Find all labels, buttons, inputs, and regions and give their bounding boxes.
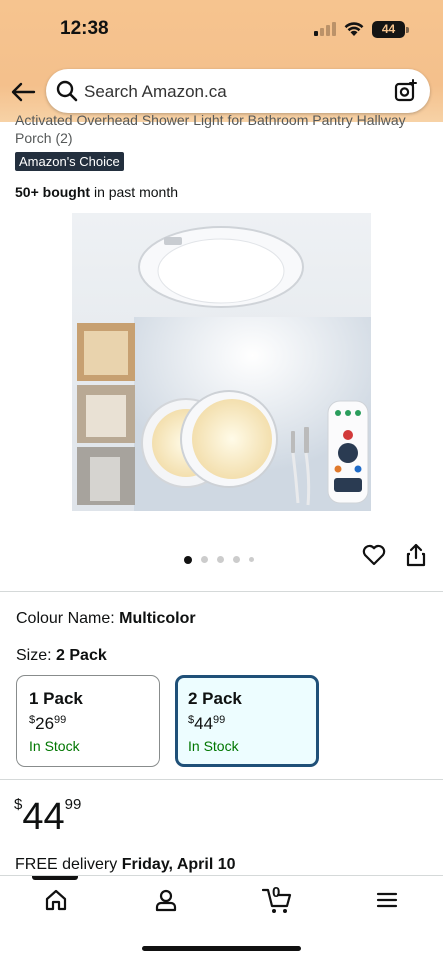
share-icon[interactable] bbox=[406, 543, 426, 567]
option-name: 2 Pack bbox=[188, 689, 242, 708]
carousel-dot[interactable] bbox=[184, 555, 192, 564]
section-divider bbox=[0, 591, 443, 592]
bought-count: 50+ bought in past month bbox=[15, 184, 178, 200]
size-option-2-pack[interactable]: 2 Pack $4499 In Stock bbox=[175, 675, 319, 767]
product-title[interactable]: Porch (2) bbox=[15, 130, 73, 146]
cart-count-badge: 0 bbox=[272, 884, 281, 901]
carousel-dot[interactable] bbox=[233, 556, 240, 564]
amazons-choice-badge[interactable]: Amazon's Choice bbox=[15, 152, 124, 171]
account-icon[interactable] bbox=[154, 888, 178, 912]
price: $4499 bbox=[14, 796, 82, 838]
colour-name: Colour Name: Multicolor bbox=[16, 610, 196, 627]
option-price: $4499 bbox=[188, 714, 226, 733]
carousel-dot[interactable] bbox=[217, 556, 224, 564]
menu-icon[interactable] bbox=[376, 888, 398, 912]
image-carousel-dots[interactable] bbox=[184, 551, 263, 569]
size-name: Size: 2 Pack bbox=[16, 647, 107, 664]
product-image[interactable] bbox=[72, 213, 371, 511]
size-option-1-pack[interactable]: 1 Pack $2699 In Stock bbox=[16, 675, 160, 767]
active-tab-indicator bbox=[32, 876, 78, 880]
option-name: 1 Pack bbox=[29, 689, 83, 708]
section-divider bbox=[0, 779, 443, 780]
option-price: $2699 bbox=[29, 714, 67, 733]
option-stock: In Stock bbox=[29, 738, 80, 754]
home-indicator bbox=[142, 946, 301, 951]
carousel-dot[interactable] bbox=[201, 556, 208, 564]
header-overlap bbox=[0, 0, 443, 118]
heart-icon[interactable] bbox=[362, 544, 386, 566]
option-stock: In Stock bbox=[188, 738, 239, 754]
delivery-info[interactable]: FREE delivery Friday, April 10 bbox=[15, 856, 236, 874]
carousel-dot[interactable] bbox=[249, 557, 254, 563]
home-icon[interactable] bbox=[44, 888, 68, 912]
